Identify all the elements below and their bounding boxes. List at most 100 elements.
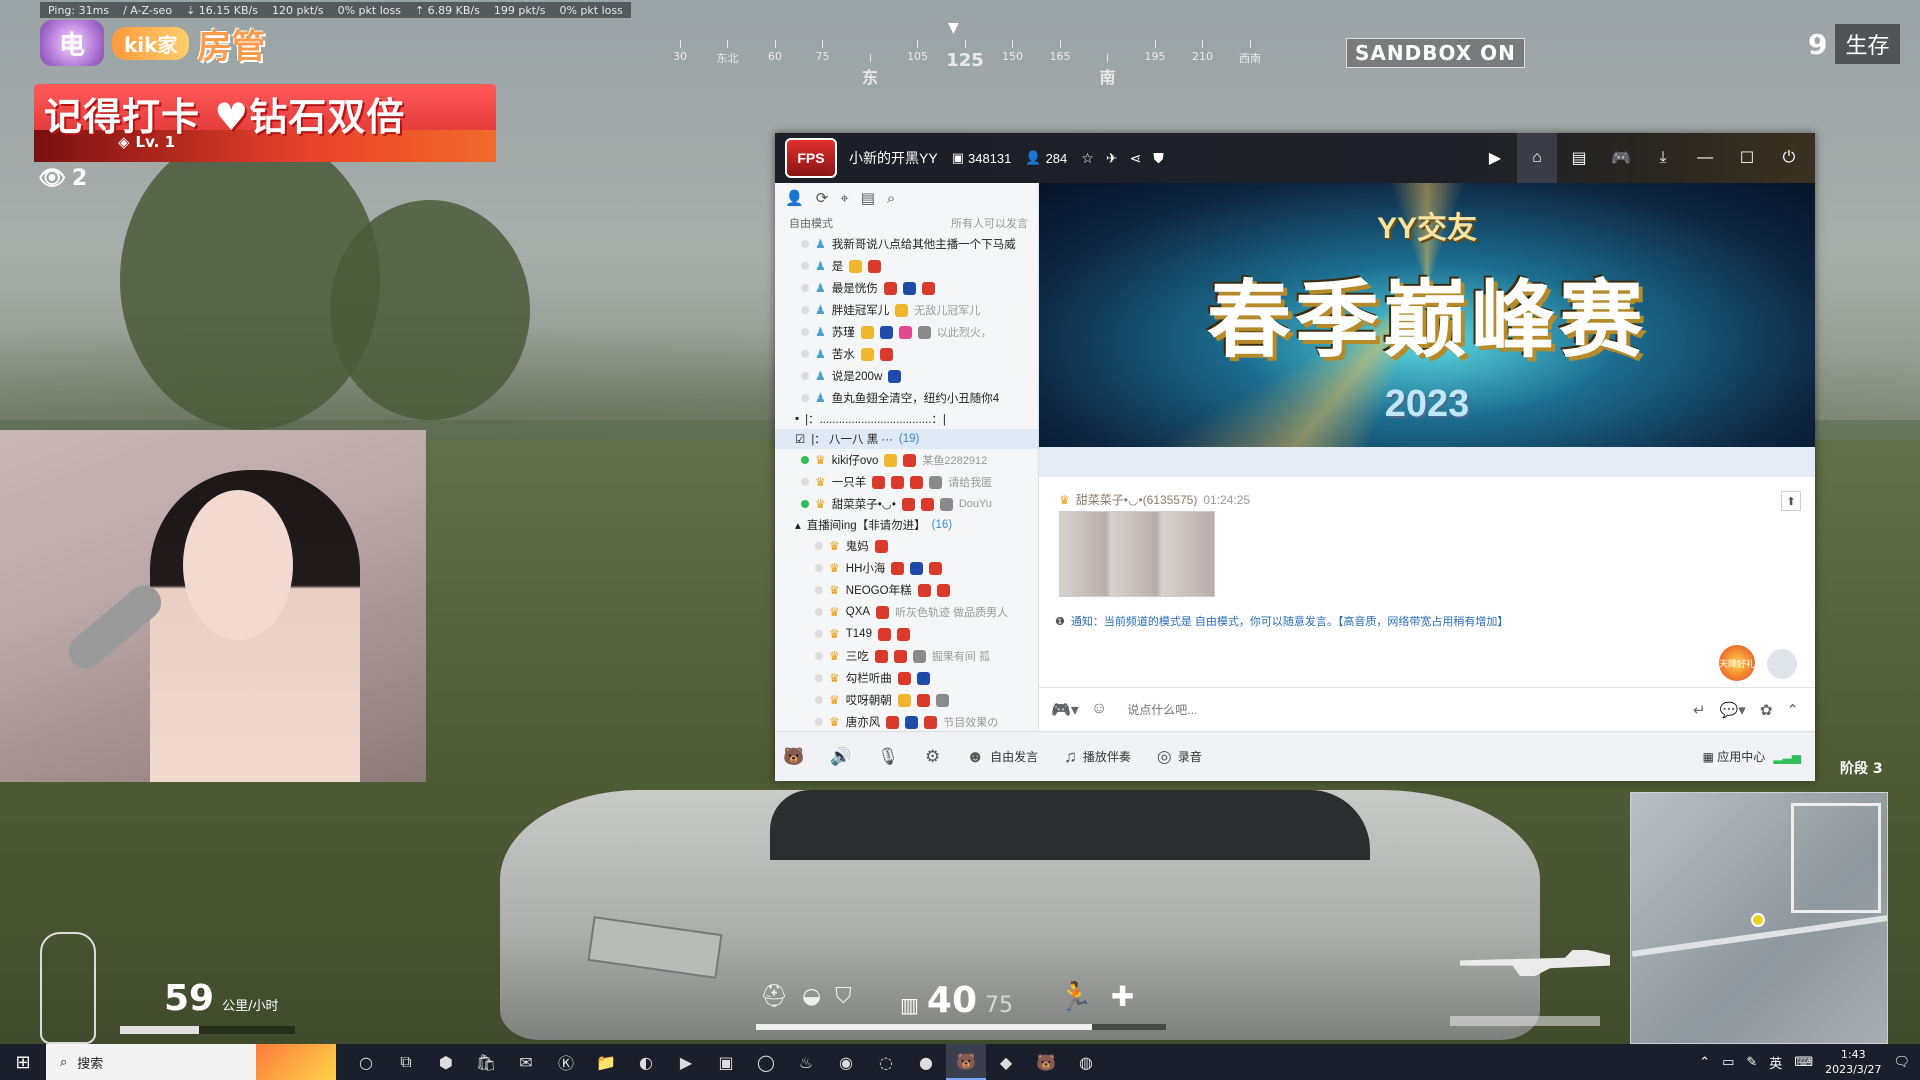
chat-sender[interactable]: 甜菜菜子•◡•(6135575) xyxy=(1076,491,1198,508)
ammo-reserve: 75 xyxy=(985,993,1014,1018)
user-list-item[interactable]: ♛ HH小海 xyxy=(775,557,1038,579)
windows-start-icon[interactable]: ⊞ xyxy=(0,1044,46,1080)
tray-expand-icon[interactable]: ⌃ xyxy=(1699,1055,1710,1070)
visual-studio-icon[interactable]: ▶ xyxy=(666,1044,706,1080)
collapse-icon[interactable]: ⤓ xyxy=(1643,133,1683,183)
maximize-icon[interactable]: ☐ xyxy=(1727,133,1767,183)
chat-input[interactable] xyxy=(1127,702,1648,717)
activity-icon[interactable] xyxy=(1767,649,1797,679)
netease-music-icon[interactable]: ◉ xyxy=(826,1044,866,1080)
subchannel-group-b[interactable]: ▴ 直播间ing【非请勿进】 (16) xyxy=(775,515,1038,535)
kugou-icon[interactable]: Ⓚ xyxy=(546,1044,586,1080)
minimize-icon[interactable]: — xyxy=(1685,133,1725,183)
taskbar-clock[interactable]: 1:43 2023/3/27 xyxy=(1825,1047,1881,1077)
store-icon[interactable]: 🛍 xyxy=(466,1044,506,1080)
video-icon[interactable]: ▶ xyxy=(1475,133,1515,183)
collapse-triangle-icon[interactable]: ▴ xyxy=(795,518,801,532)
game-app-icon[interactable]: ◆ xyxy=(986,1044,1026,1080)
app-red-icon[interactable]: ● xyxy=(906,1044,946,1080)
cortana-icon[interactable]: ○ xyxy=(346,1044,386,1080)
app-circle-icon[interactable]: ◯ xyxy=(746,1044,786,1080)
gamepad-dropdown-icon[interactable]: 🎮▾ xyxy=(1051,700,1079,720)
gamepad-icon[interactable]: 🎮 xyxy=(1601,133,1641,183)
user-list-item[interactable]: ♟ 说是200w xyxy=(775,365,1038,387)
scroll-top-button[interactable]: ⬆ xyxy=(1781,491,1801,511)
refresh-icon[interactable]: ⟳ xyxy=(816,189,829,207)
yy-app-icon-2[interactable]: 🐻 xyxy=(1026,1044,1066,1080)
steam-icon[interactable]: ♨ xyxy=(786,1044,826,1080)
app-teal-icon[interactable]: ◌ xyxy=(866,1044,906,1080)
location-icon[interactable]: ⌖ xyxy=(840,190,848,207)
user-list-item[interactable]: ♛ T149 xyxy=(775,623,1038,645)
notification-icon[interactable]: 🗨 xyxy=(1893,1055,1910,1070)
user-list-item[interactable]: ♟ 苦水 xyxy=(775,343,1038,365)
user-list-item[interactable]: ♛ NEOGO年糕 xyxy=(775,579,1038,601)
pen-icon[interactable]: ✎ xyxy=(1746,1055,1757,1070)
user-list-item[interactable]: ♟ 最是恍伤 xyxy=(775,277,1038,299)
avatar[interactable]: 🐻 xyxy=(783,747,804,767)
edge-icon[interactable]: ◐ xyxy=(626,1044,666,1080)
user-list-item[interactable]: ♛ 甜菜菜子•◡• DouYu xyxy=(775,493,1038,515)
power-icon[interactable]: ⏻ xyxy=(1769,133,1809,183)
chat-image-message[interactable] xyxy=(1059,511,1215,597)
share-icon[interactable]: ⋖ xyxy=(1130,150,1142,167)
taskbar-search[interactable]: ⌕ 搜索 xyxy=(46,1044,256,1080)
user-list-item[interactable]: ♟ 是 xyxy=(775,255,1038,277)
event-banner[interactable]: YY交友 春季巅峰赛 2023 xyxy=(1039,183,1815,447)
search-label: 搜索 xyxy=(77,1056,104,1072)
home-icon[interactable]: ⌂ xyxy=(1517,133,1557,183)
user-list-item[interactable]: ♛ QXA 听灰色轨迹 做品质男人 xyxy=(775,601,1038,623)
gift-button[interactable]: 天降好礼 xyxy=(1719,645,1755,681)
user-name: 三吃 xyxy=(845,651,869,663)
user-list-item[interactable]: ♛ 鬼妈 xyxy=(775,535,1038,557)
file-explorer-icon[interactable]: 📁 xyxy=(586,1044,626,1080)
plane-icon[interactable]: ✈ xyxy=(1106,150,1118,167)
yy-app-icon[interactable]: 🐻 xyxy=(946,1044,986,1080)
search-highlight-image[interactable] xyxy=(256,1044,336,1080)
network-icon[interactable]: ▭ xyxy=(1722,1055,1734,1070)
app-blue-icon[interactable]: ⬢ xyxy=(426,1044,466,1080)
send-enter-icon[interactable]: ↵ xyxy=(1693,701,1706,719)
mic-button[interactable]: 🎙 xyxy=(877,747,899,767)
user-list-item[interactable]: ♛ 哎呀朝朝 xyxy=(775,689,1038,711)
app-center-button[interactable]: ▦ 应用中心 xyxy=(1703,748,1766,765)
task-view-icon[interactable]: ⧉ xyxy=(386,1044,426,1080)
search-icon[interactable]: ⌕ xyxy=(887,190,895,207)
yy-titlebar[interactable]: FPS 小新的开黑YY ▣ 348131 👤 284 ☆ ✈ ⋖ ⛊ ▶ ⌂ ▤ 🎮… xyxy=(775,133,1815,183)
emoji-icon[interactable]: ☺ xyxy=(1091,700,1107,720)
bubble-dropdown-icon[interactable]: 💬▾ xyxy=(1720,701,1746,719)
mixer-button[interactable]: ⚙ xyxy=(925,747,940,767)
app-orange-icon[interactable]: ▣ xyxy=(706,1044,746,1080)
app-white-icon[interactable]: ◍ xyxy=(1066,1044,1106,1080)
user-list-item[interactable]: ♟ 苏瑾 以此烈火， xyxy=(775,321,1038,343)
flower-icon[interactable]: ✿ xyxy=(1760,701,1773,719)
board-icon[interactable]: ▤ xyxy=(1559,133,1599,183)
red-badge-icon xyxy=(877,627,891,641)
checkbox-icon[interactable]: ☑ xyxy=(795,432,805,446)
record-button[interactable]: ◎ 录音 xyxy=(1157,747,1202,767)
shield-icon[interactable]: ⛊ xyxy=(1153,150,1164,167)
subchannel-group-a[interactable]: ☑ |： 八一八 黑 ··· (19) xyxy=(775,429,1038,449)
user-list-item[interactable]: ♛ 勾栏听曲 xyxy=(775,667,1038,689)
member-vest-icon: ♟ xyxy=(815,281,826,295)
play-music-button[interactable]: ♫ 播放伴奏 xyxy=(1064,747,1131,767)
user-name: 一只羊 xyxy=(831,477,867,489)
mail-icon[interactable]: ✉ xyxy=(506,1044,546,1080)
user-list-item[interactable]: ♟ 胖娃冠军儿 无敌儿冠军儿 xyxy=(775,299,1038,321)
minimap[interactable] xyxy=(1630,792,1888,1044)
person-icon[interactable]: 👤 xyxy=(785,189,804,207)
user-list-item[interactable]: ♟ 鱼丸鱼翅全清空，纽约小丑随你4 xyxy=(775,387,1038,409)
keyboard-icon[interactable]: ⌨ xyxy=(1794,1055,1813,1070)
free-speak-button[interactable]: ☻ 自由发言 xyxy=(966,747,1038,767)
user-list-item[interactable]: ♛ 一只羊 请给我匿 xyxy=(775,471,1038,493)
user-list-item[interactable]: ♛ kiki仔ovo 某鱼2282912 xyxy=(775,449,1038,471)
star-icon[interactable]: ☆ xyxy=(1081,150,1094,167)
notes-icon[interactable]: ▤ xyxy=(861,189,875,207)
user-list-item[interactable]: ♟ 我新哥说八点给其他主播一个下马威 xyxy=(775,233,1038,255)
user-list-item[interactable]: ♛ 唐亦风 节目效果の xyxy=(775,711,1038,731)
speaker-button[interactable]: 🔊 xyxy=(830,747,851,767)
user-list-item[interactable]: ♛ 三吃 掘果有间 孤 xyxy=(775,645,1038,667)
ime-indicator[interactable]: 英 xyxy=(1769,1053,1782,1072)
channel-divider-row[interactable]: ▪ |：...................................：| xyxy=(775,409,1038,429)
expand-up-icon[interactable]: ⌃ xyxy=(1786,701,1799,719)
